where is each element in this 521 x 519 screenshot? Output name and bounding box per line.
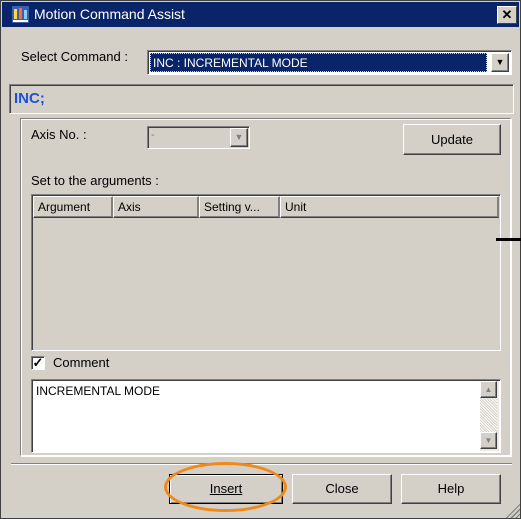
axis-select[interactable]: - ▼: [147, 126, 250, 149]
update-button[interactable]: Update: [403, 124, 501, 155]
side-marker: [496, 238, 521, 241]
help-button[interactable]: Help: [401, 474, 501, 504]
axis-dropdown-button[interactable]: ▼: [230, 128, 248, 147]
comment-text: INCREMENTAL MODE: [36, 384, 161, 398]
column-header-argument[interactable]: Argument: [33, 196, 113, 218]
axis-no-label: Axis No. :: [31, 127, 87, 142]
window-title: Motion Command Assist: [34, 6, 185, 22]
comment-textarea[interactable]: INCREMENTAL MODE ▲ ▼: [31, 379, 501, 453]
column-header-axis[interactable]: Axis: [113, 196, 199, 218]
select-command-label: Select Command :: [21, 49, 128, 64]
command-select[interactable]: INC : INCREMENTAL MODE ▼: [147, 50, 512, 75]
command-selected-value: INC : INCREMENTAL MODE: [150, 53, 487, 72]
column-header-setting-value[interactable]: Setting v...: [199, 196, 280, 218]
app-icon: [12, 6, 29, 23]
close-window-button[interactable]: ✕: [497, 6, 517, 24]
command-dropdown-button[interactable]: ▼: [491, 53, 509, 72]
chevron-down-icon: ▼: [495, 57, 505, 67]
arguments-label: Set to the arguments :: [31, 173, 159, 188]
close-button[interactable]: Close: [292, 474, 392, 504]
column-header-unit[interactable]: Unit: [280, 196, 499, 218]
arrow-up-icon: ▲: [484, 385, 493, 394]
comment-checkbox[interactable]: ✓: [31, 356, 45, 370]
close-icon: ✕: [501, 7, 513, 22]
scroll-track[interactable]: [480, 398, 497, 432]
arrow-down-icon: ▼: [484, 436, 493, 445]
arguments-table-header: Argument Axis Setting v... Unit: [33, 196, 499, 218]
scroll-down-button[interactable]: ▼: [480, 432, 497, 449]
arguments-table[interactable]: Argument Axis Setting v... Unit: [31, 194, 501, 351]
chevron-down-icon: ▼: [234, 132, 244, 142]
axis-selected-value: -: [151, 129, 155, 141]
command-preview-text: INC;: [14, 90, 45, 107]
comment-scrollbar[interactable]: ▲ ▼: [480, 381, 499, 451]
highlight-circle: [164, 462, 287, 512]
command-preview-box: INC;: [9, 84, 514, 114]
checkmark-icon: ✓: [32, 355, 44, 370]
separator: [11, 463, 512, 465]
title-bar: Motion Command Assist ✕: [2, 2, 519, 27]
resize-grip[interactable]: [504, 502, 520, 518]
comment-label: Comment: [53, 355, 110, 370]
motion-command-assist-window: Motion Command Assist ✕ Select Command :…: [0, 0, 521, 519]
scroll-up-button[interactable]: ▲: [480, 381, 497, 398]
